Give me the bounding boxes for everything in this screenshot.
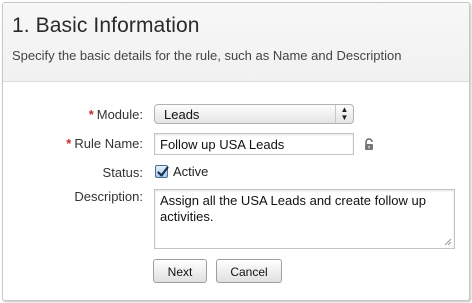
description-value: Assign all the USA Leads and create foll…: [160, 193, 426, 224]
module-select[interactable]: Leads ▲ ▼: [154, 104, 354, 124]
rule-name-value: Follow up USA Leads: [160, 137, 285, 152]
module-select-value: Leads: [164, 107, 200, 122]
description-label: Description:: [74, 189, 143, 204]
active-checkbox[interactable]: [155, 165, 169, 178]
active-checkbox-label[interactable]: Active: [173, 164, 208, 179]
resize-grip-icon[interactable]: [444, 238, 452, 246]
module-label-text: Module:: [96, 107, 143, 122]
rule-name-label: * Rule Name:: [66, 136, 143, 151]
required-marker: *: [88, 107, 94, 122]
lock-icon[interactable]: [363, 138, 375, 151]
up-down-arrows-icon: ▲ ▼: [335, 105, 353, 123]
status-label: Status:: [102, 165, 143, 180]
rule-name-input[interactable]: Follow up USA Leads: [154, 133, 354, 155]
checkmark-icon: [157, 166, 169, 177]
description-textarea[interactable]: Assign all the USA Leads and create foll…: [154, 189, 455, 249]
module-label: * Module:: [89, 107, 143, 122]
basic-information-panel: 1. Basic Information Specify the basic d…: [2, 2, 470, 301]
next-button[interactable]: Next: [153, 259, 207, 283]
required-marker: *: [66, 136, 72, 151]
section-header: 1. Basic Information Specify the basic d…: [3, 3, 469, 82]
section-subtitle: Specify the basic details for the rule, …: [12, 48, 402, 63]
rule-name-label-text: Rule Name:: [74, 136, 143, 151]
cancel-button[interactable]: Cancel: [216, 259, 282, 283]
section-title: 1. Basic Information: [12, 14, 200, 37]
